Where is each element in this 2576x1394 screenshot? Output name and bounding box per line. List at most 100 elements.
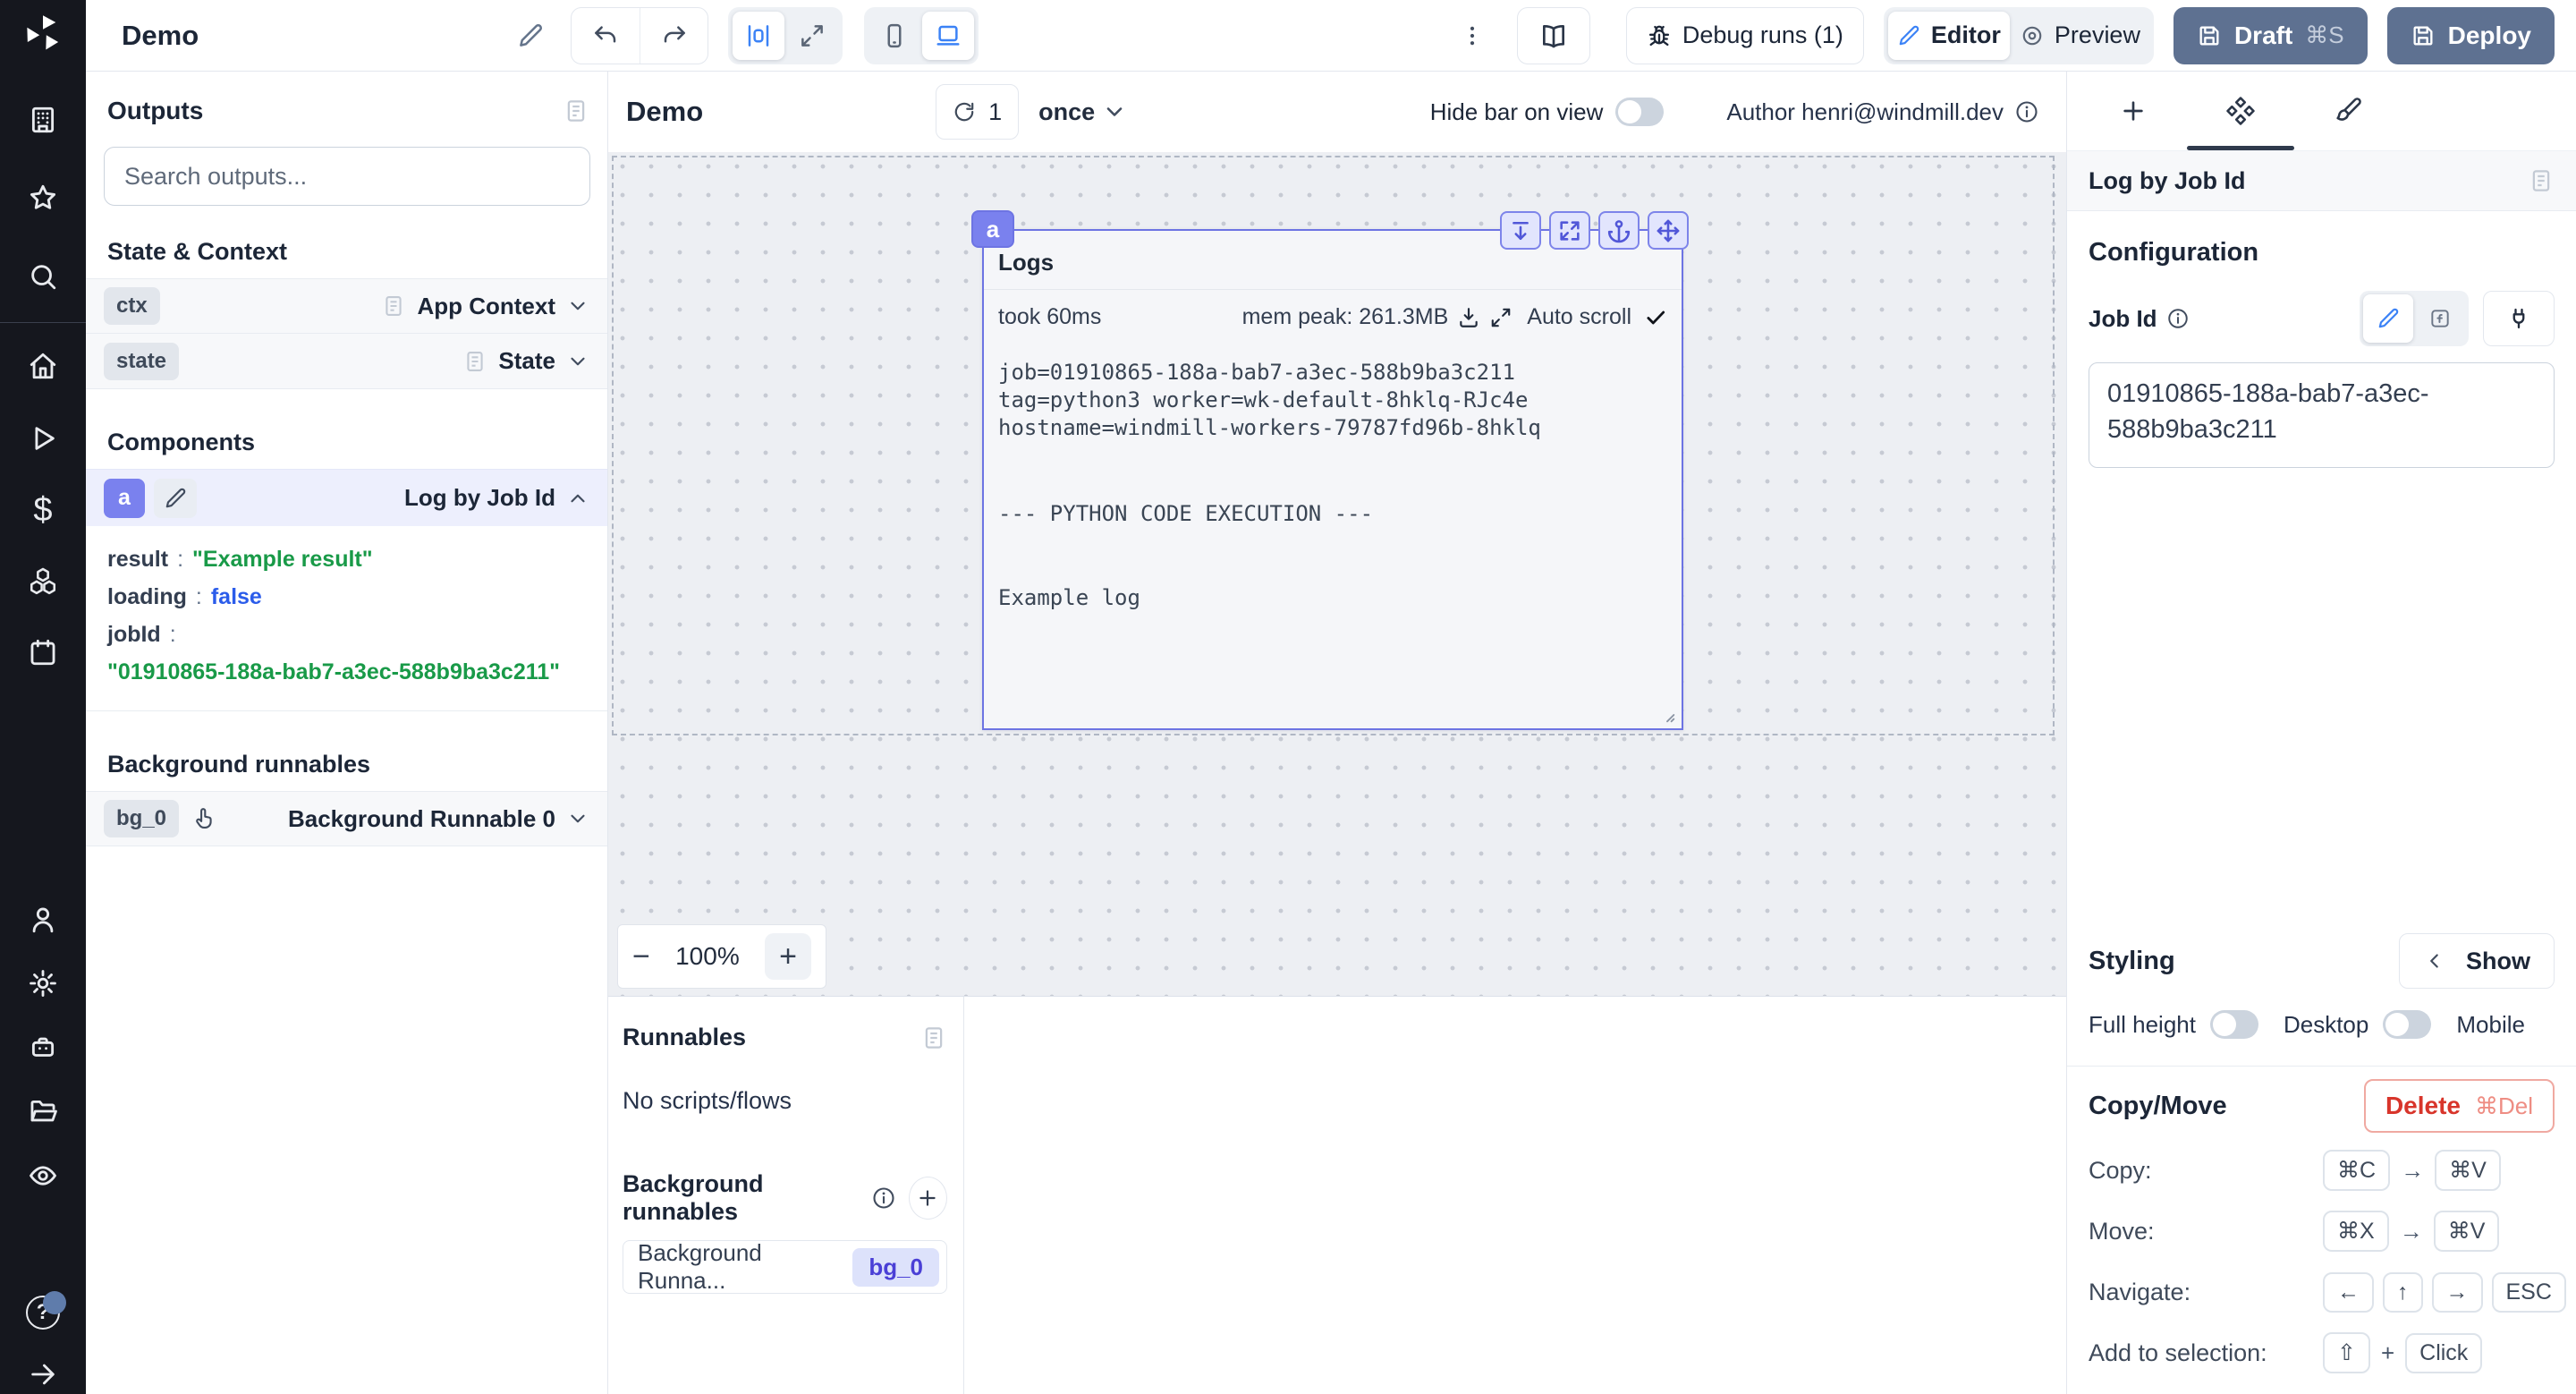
search-outputs-input[interactable] — [104, 147, 590, 206]
output-loading[interactable]: loading:false — [107, 578, 586, 616]
info-icon[interactable] — [2014, 99, 2039, 124]
redo-button[interactable] — [640, 8, 708, 64]
more-options-icon[interactable] — [1460, 23, 1485, 48]
mobile-view-button[interactable] — [869, 12, 920, 60]
centered-layout-button[interactable] — [733, 12, 784, 60]
component-row-a[interactable]: a Log by Job Id — [86, 469, 607, 526]
output-jobid-value[interactable]: "01910865-188a-bab7-a3ec-588b9ba3c211" — [107, 653, 586, 691]
docs-button[interactable] — [1517, 7, 1590, 64]
anchor-component-icon[interactable] — [1598, 211, 1640, 250]
output-jobid[interactable]: jobId: — [107, 616, 586, 653]
zoom-level: 100% — [650, 942, 765, 971]
rename-component-icon[interactable] — [154, 479, 197, 518]
desktop-view-button[interactable] — [922, 12, 974, 60]
desktop-toggle[interactable] — [2383, 1010, 2431, 1039]
background-runnable-row[interactable]: bg_0 Background Runnable 0 — [86, 791, 607, 846]
tab-insert-component[interactable] — [2080, 72, 2187, 150]
users-icon[interactable] — [21, 900, 64, 939]
copy-move-title: Copy/Move — [2089, 1092, 2227, 1121]
expand-component-icon[interactable] — [1549, 211, 1590, 250]
audit-logs-icon[interactable] — [21, 1156, 64, 1194]
resize-handle-icon[interactable] — [1657, 705, 1677, 725]
windmill-logo[interactable] — [0, 0, 86, 64]
static-input-button[interactable] — [2363, 294, 2413, 343]
state-label: State — [498, 347, 555, 375]
draft-shortcut: ⌘S — [2305, 21, 2343, 49]
expand-logs-icon[interactable] — [1489, 306, 1513, 329]
zoom-in-button[interactable]: + — [765, 933, 811, 980]
background-runnable-card[interactable]: Background Runna... bg_0 — [623, 1240, 947, 1294]
styling-title: Styling — [2089, 947, 2175, 976]
device-toggle-group — [864, 7, 979, 64]
draft-button[interactable]: Draft ⌘S — [2174, 7, 2368, 64]
tab-component-settings[interactable] — [2187, 72, 2294, 150]
fullscreen-layout-button[interactable] — [786, 12, 838, 60]
zoom-out-button[interactable]: − — [632, 941, 650, 972]
debug-runs-button[interactable]: Debug runs (1) — [1626, 7, 1864, 64]
eval-input-button[interactable] — [2415, 294, 2465, 343]
ctx-row[interactable]: ctx App Context — [86, 278, 607, 334]
tab-preview-label: Preview — [2055, 21, 2140, 49]
undo-button[interactable] — [572, 8, 640, 64]
add-background-runnable-button[interactable] — [909, 1177, 947, 1220]
delete-shortcut: ⌘Del — [2475, 1092, 2533, 1120]
outputs-doc-icon[interactable] — [563, 98, 589, 124]
logs-component[interactable]: a Logs took 60ms mem peak: 261.3MB — [982, 229, 1683, 730]
tab-editor[interactable]: Editor — [1888, 12, 2010, 60]
resources-icon[interactable] — [21, 562, 64, 600]
schedules-icon[interactable] — [21, 633, 64, 671]
move-component-icon[interactable] — [1648, 211, 1689, 250]
job-id-input[interactable]: 01910865-188a-bab7-a3ec-588b9ba3c211 — [2089, 362, 2555, 468]
component-doc-icon[interactable] — [2528, 167, 2555, 194]
tab-global-styling[interactable] — [2294, 72, 2402, 150]
full-height-toggle[interactable] — [2210, 1010, 2258, 1039]
runs-icon[interactable] — [21, 420, 64, 458]
logs-output[interactable]: job=01910865-188a-bab7-a3ec-588b9ba3c211… — [984, 336, 1682, 612]
runnables-doc-icon[interactable] — [920, 1024, 947, 1051]
ctx-badge: ctx — [104, 287, 160, 325]
refresh-button[interactable]: 1 — [936, 84, 1019, 140]
variables-icon[interactable]: $ — [21, 490, 64, 529]
input-mode-toggle — [2360, 291, 2469, 346]
home-icon[interactable] — [21, 346, 64, 385]
ctx-label: App Context — [417, 293, 555, 320]
search-icon[interactable] — [21, 257, 64, 295]
editor-pencil-icon — [1897, 24, 1920, 47]
chevron-down-icon — [566, 294, 589, 318]
folders-icon[interactable] — [21, 1092, 64, 1131]
workers-icon[interactable] — [21, 1028, 64, 1067]
configuration-title: Configuration — [2067, 211, 2576, 268]
info-icon[interactable] — [2166, 307, 2190, 330]
delete-component-button[interactable]: Delete ⌘Del — [2364, 1079, 2555, 1133]
favorites-icon[interactable] — [21, 179, 64, 217]
check-icon[interactable] — [1644, 306, 1667, 329]
log-line: --- PYTHON CODE EXECUTION --- — [998, 500, 1667, 528]
fill-height-icon[interactable] — [1500, 211, 1541, 250]
chevron-down-icon — [566, 350, 589, 373]
state-row[interactable]: state State — [86, 334, 607, 389]
help-icon[interactable]: ? — [21, 1293, 64, 1331]
deploy-button[interactable]: Deploy — [2387, 7, 2555, 64]
components-title: Components — [86, 389, 607, 469]
workspace-icon[interactable] — [21, 100, 64, 139]
output-result[interactable]: result:"Example result" — [107, 540, 586, 578]
separator: : — [168, 547, 192, 572]
component-handle-a[interactable]: a — [971, 210, 1014, 248]
edit-title-icon[interactable] — [517, 22, 544, 49]
hide-bar-toggle[interactable] — [1615, 98, 1664, 126]
canvas-area: Demo 1 once Hide bar on view Author henr… — [608, 72, 2066, 1394]
hand-pointer-icon — [191, 806, 216, 831]
download-logs-icon[interactable] — [1457, 306, 1480, 329]
background-runnables-title: Background runnables — [86, 711, 607, 791]
show-styling-button[interactable]: Show — [2399, 933, 2555, 989]
logs-meta-row: took 60ms mem peak: 261.3MB Auto scroll — [984, 290, 1682, 336]
settings-icon[interactable] — [21, 965, 64, 1003]
collapse-rail-icon[interactable] — [21, 1356, 64, 1394]
refresh-mode-dropdown[interactable]: once — [1038, 98, 1127, 126]
connect-input-button[interactable] — [2483, 291, 2555, 346]
bug-icon — [1647, 23, 1672, 48]
draft-label: Draft — [2234, 21, 2292, 50]
tab-preview[interactable]: Preview — [2012, 12, 2149, 60]
info-icon[interactable] — [871, 1186, 896, 1211]
app-canvas[interactable]: a Logs took 60ms mem peak: 261.3MB — [608, 152, 2066, 996]
